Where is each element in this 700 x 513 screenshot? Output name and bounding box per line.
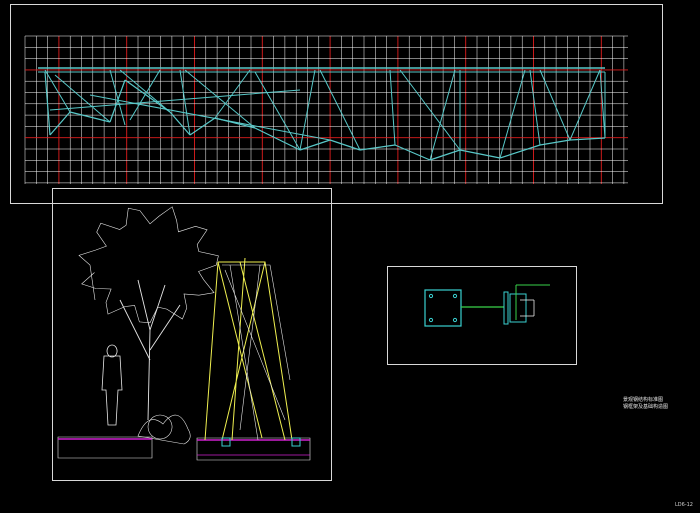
cad-canvas [10,4,663,481]
truss-bottom-chord [499,144,541,159]
person-silhouette-icon [101,344,123,426]
drawing-code: LD6-12 [675,502,693,508]
plan-grid [24,35,628,184]
title-note-1: 景观钢结构标准图 [623,397,664,403]
truss-bottom-chord [124,79,171,113]
ground-right [196,437,311,461]
tree-canopy-icon [78,206,219,324]
plan-truss-lines [38,67,606,161]
truss-bottom-chord [394,144,431,161]
truss-bottom-chord [569,137,606,141]
truss-web [254,71,301,151]
title-note-2: 钢框架及基础构造图 [623,404,669,410]
elevation-drawing [57,206,311,461]
truss-web [569,69,601,141]
truss-web [129,69,161,121]
truss-bottom-chord [429,149,461,161]
tree-trunk-icon [119,279,181,421]
steel-frame-icon [204,257,293,441]
base-plate-icon [221,437,301,447]
connection-detail-panel-frame [387,266,577,365]
truss-bottom-chord [49,111,71,136]
truss-bottom-chord [539,139,571,146]
base-plate-icon [424,289,462,327]
truss-web [539,69,571,141]
truss-web [89,94,331,141]
bracket-icon [461,284,550,325]
shrub-icon [147,414,173,440]
truss-web [499,69,526,159]
ground-left [57,436,153,459]
truss-bottom-chord [299,139,331,151]
truss-web [44,69,71,113]
